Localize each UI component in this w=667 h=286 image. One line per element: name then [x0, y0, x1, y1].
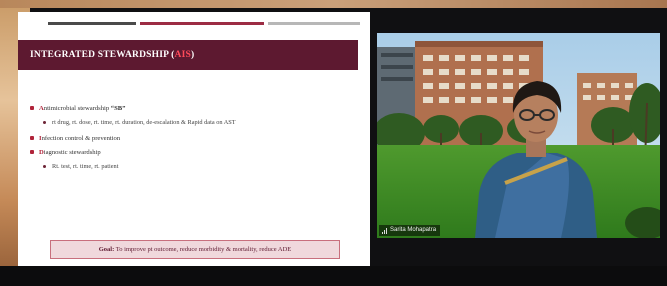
slide-accent-lines: [48, 22, 360, 25]
goal-label: Goal:: [98, 246, 115, 253]
slide-bullet-list: Antimicrobial stewardship “SB” rt drug, …: [30, 104, 360, 178]
sub-bullet-text: Rt. test, rt. time, rt. patient: [52, 163, 119, 170]
bullet-dot-icon: [43, 164, 46, 168]
video-frame-illustration: [377, 33, 660, 238]
title-acronym: AIS: [174, 50, 191, 60]
slide-title: INTEGRATED STEWARDSHIP (AIS): [30, 40, 194, 70]
participant-video-tile[interactable]: [377, 33, 660, 238]
slide-goal-box: Goal: To improve pt outcome, reduce morb…: [50, 240, 340, 259]
top-background-strip: [0, 0, 667, 8]
accent-line-grey: [268, 22, 360, 25]
sub-bullet-text: rt drug, rt. dose, rt. time, rt. duratio…: [52, 119, 236, 126]
sub-bullet-rt-drug: rt drug, rt. dose, rt. time, rt. duratio…: [30, 118, 360, 127]
bullet-square-icon: [30, 106, 34, 110]
bullet-square-icon: [30, 150, 34, 154]
bullet-text: iagnostic stewardship: [43, 149, 101, 156]
bullet-dot-icon: [43, 120, 46, 124]
bullet-diagnostic-stewardship: Diagnostic stewardship: [30, 148, 360, 157]
participant-name: Sarita Mohapatra: [390, 227, 437, 233]
participant-name-tag: Sarita Mohapatra: [379, 225, 441, 236]
bullet-text: ntimicrobial stewardship: [43, 105, 111, 112]
bullet-infection-control: Infection control & prevention: [30, 134, 360, 143]
title-main-text: INTEGRATED STEWARDSHIP (: [30, 50, 175, 60]
bullet-emphasis: “SB”: [110, 105, 126, 112]
goal-text: To improve pt outcome, reduce morbidity …: [114, 246, 292, 253]
slide-title-bar: INTEGRATED STEWARDSHIP (AIS): [18, 40, 358, 70]
accent-line-dark: [48, 22, 136, 25]
sub-bullet-rt-test: Rt. test, rt. time, rt. patient: [30, 162, 360, 171]
bullet-text: nfection control & prevention: [41, 135, 121, 142]
bullet-antimicrobial-stewardship: Antimicrobial stewardship “SB”: [30, 104, 360, 113]
bottom-bar: [0, 266, 667, 286]
shared-slide: INTEGRATED STEWARDSHIP (AIS) Antimicrobi…: [18, 12, 370, 266]
signal-bars-icon: [382, 227, 387, 234]
title-close-paren: ): [190, 50, 195, 60]
accent-line-maroon: [140, 22, 264, 25]
bullet-square-icon: [30, 136, 34, 140]
